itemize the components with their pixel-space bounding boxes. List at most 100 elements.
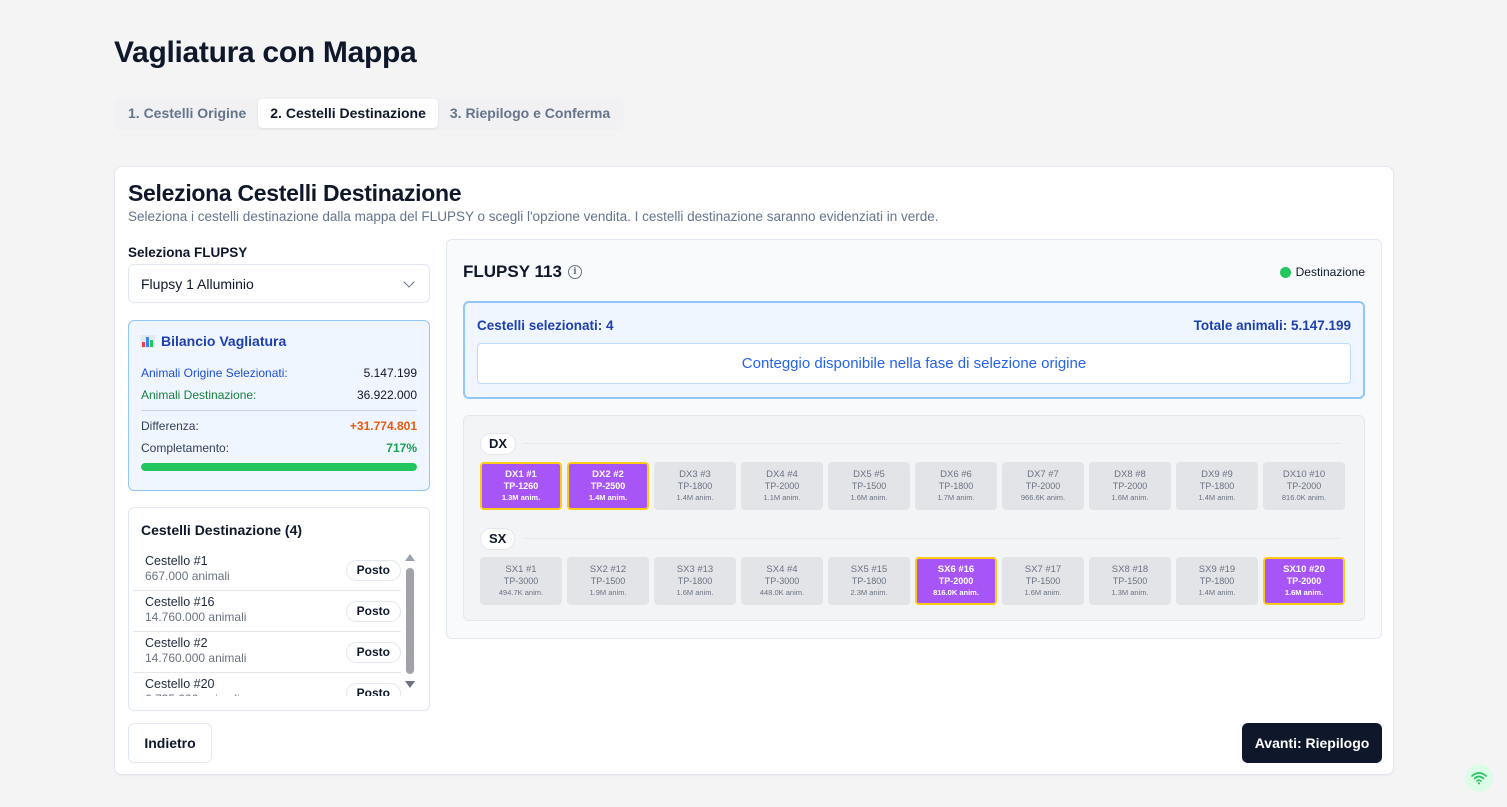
basket-cell[interactable]: DX9 #9 TP-1800 1.4M anim. [1176, 462, 1258, 510]
basket-name: SX6 #16 [937, 564, 975, 575]
basket-animals: 1.6M anim. [1024, 588, 1062, 597]
basket-name: DX8 #8 [1114, 469, 1146, 480]
basket-name: SX1 #1 [505, 564, 537, 575]
row-divider [524, 538, 1340, 539]
basket-name: DX4 #4 [766, 469, 798, 480]
basket-cell[interactable]: DX6 #6 TP-1800 1.7M anim. [915, 462, 997, 510]
posto-button[interactable]: Posto [345, 560, 401, 581]
basket-type: TP-3000 [764, 576, 800, 586]
card-title: Seleziona Cestelli Destinazione [128, 180, 462, 206]
basket-cell[interactable]: DX1 #1 TP-1260 1.3M anim. [480, 462, 562, 510]
basket-cell[interactable]: DX8 #8 TP-2000 1.6M anim. [1089, 462, 1171, 510]
basket-animals: 1.3M anim. [501, 493, 541, 502]
step-tabs: 1. Cestelli Origine 2. Cestelli Destinaz… [114, 97, 625, 130]
basket-cell[interactable]: SX3 #13 TP-1800 1.6M anim. [654, 557, 736, 605]
info-icon[interactable]: i [567, 265, 582, 279]
basket-animals: 494.7K anim. [498, 588, 544, 597]
basket-name: DX2 #2 [592, 469, 624, 480]
basket-cell[interactable]: SX8 #18 TP-1500 1.3M anim. [1089, 557, 1171, 605]
basket-type: TP-1800 [851, 576, 887, 586]
basket-name: SX8 #18 [1111, 564, 1149, 575]
basket-animals: 1.4M anim. [676, 493, 714, 502]
basket-cell[interactable]: SX7 #17 TP-1500 1.6M anim. [1002, 557, 1084, 605]
basket-animals: 1.7M anim. [937, 493, 975, 502]
basket-type: TP-1500 [851, 481, 887, 491]
tab-origin[interactable]: 1. Cestelli Origine [116, 99, 258, 128]
wifi-glyph [1471, 772, 1487, 785]
basket-name: SX9 #19 [1198, 564, 1236, 575]
dest-value: 36.922.000 [356, 388, 417, 402]
legend: Destinazione [1279, 265, 1365, 279]
scroll-down-icon[interactable] [405, 681, 415, 688]
basket-animals: 1.6M anim. [850, 493, 888, 502]
basket-animals: 1.3M anim. [1111, 588, 1149, 597]
diff-value: +31.774.801 [349, 419, 417, 433]
basket-cell[interactable]: SX4 #4 TP-3000 448.0K anim. [741, 557, 823, 605]
destination-item: Cestello #16 14.760.000 animali Posto [133, 591, 401, 632]
basket-animals: 816.0K anim. [933, 588, 979, 597]
basket-name: DX1 #1 [505, 469, 537, 480]
basket-cell[interactable]: SX6 #16 TP-2000 816.0K anim. [915, 557, 997, 605]
scroll-thumb[interactable] [406, 568, 414, 674]
basket-name: DX5 #5 [853, 469, 885, 480]
basket-name: DX3 #3 [679, 469, 711, 480]
basket-cell[interactable]: DX5 #5 TP-1500 1.6M anim. [828, 462, 910, 510]
origin-value: 5.147.199 [363, 366, 417, 380]
basket-cell[interactable]: DX4 #4 TP-2000 1.1M anim. [741, 462, 823, 510]
basket-cell[interactable]: SX9 #19 TP-1800 1.4M anim. [1176, 557, 1258, 605]
tab-summary[interactable]: 3. Riepilogo e Conferma [438, 99, 622, 128]
basket-cell[interactable]: SX2 #12 TP-1500 1.9M anim. [567, 557, 649, 605]
destination-item: Cestello #206.735.000 animaliPosto [133, 673, 401, 696]
destination-item: Cestello #1 667.000 animali Posto [133, 550, 401, 591]
completion-row: Completamento: 717% [141, 441, 417, 455]
posto-button[interactable]: Posto [345, 601, 401, 622]
next-button[interactable]: Avanti: Riepilogo [1242, 723, 1382, 763]
flupsy-select[interactable]: Flupsy 1 Alluminio [128, 264, 430, 303]
chevron-down-icon [403, 275, 415, 288]
basket-type: TP-1500 [590, 576, 626, 586]
legend-dot-icon [1279, 266, 1291, 278]
divider [141, 410, 417, 411]
basket-cell[interactable]: SX5 #15 TP-1800 2.3M anim. [828, 557, 910, 605]
selected-count: Cestelli selezionati: 4 [477, 318, 614, 333]
basket-type: TP-1800 [938, 481, 974, 491]
basket-cell[interactable]: SX10 #20 TP-2000 1.6M anim. [1263, 557, 1345, 605]
basket-type: TP-1800 [1199, 481, 1235, 491]
basket-cell[interactable]: SX1 #1 TP-3000 494.7K anim. [480, 557, 562, 605]
destination-card: Seleziona Cestelli Destinazione Selezion… [114, 166, 1394, 775]
basket-cell[interactable]: DX7 #7 TP-2000 966.6K anim. [1002, 462, 1084, 510]
basket-animals: 1.9M anim. [589, 588, 627, 597]
basket-cell[interactable]: DX10 #10 TP-2000 816.0K anim. [1263, 462, 1345, 510]
posto-button[interactable]: Posto [345, 642, 401, 663]
basket-cell[interactable]: DX3 #3 TP-1800 1.4M anim. [654, 462, 736, 510]
scrollbar[interactable] [405, 550, 415, 700]
dest-row: Animali Destinazione: 36.922.000 [141, 388, 417, 402]
basket-type: TP-1800 [677, 481, 713, 491]
origin-row: Animali Origine Selezionati: 5.147.199 [141, 366, 417, 380]
basket-type: TP-2500 [590, 481, 626, 491]
basket-type: TP-1800 [677, 576, 713, 586]
basket-cell[interactable]: DX2 #2 TP-2500 1.4M anim. [567, 462, 649, 510]
origin-label: Animali Origine Selezionati: [141, 366, 288, 380]
row-label-sx: SX [480, 528, 516, 550]
flupsy-select-value: Flupsy 1 Alluminio [141, 275, 254, 292]
balance-panel: Bilancio Vagliatura Animali Origine Sele… [128, 320, 430, 491]
basket-row-sx: SX1 #1 TP-3000 494.7K anim. SX2 #12 TP-1500 1… [480, 557, 1345, 605]
scroll-up-icon[interactable] [405, 554, 415, 561]
back-button[interactable]: Indietro [128, 723, 212, 763]
basket-type: TP-2000 [938, 576, 974, 586]
posto-button[interactable]: Posto [345, 683, 401, 696]
basket-animals: 966.6K anim. [1020, 493, 1066, 502]
basket-type: TP-1260 [503, 481, 539, 491]
basket-animals: 816.0K anim. [1281, 493, 1327, 502]
basket-name: SX10 #20 [1283, 564, 1325, 575]
completion-label: Completamento: [141, 441, 230, 455]
basket-type: TP-2000 [1286, 481, 1322, 491]
basket-animals: 1.6M anim. [1111, 493, 1149, 502]
tab-destination[interactable]: 2. Cestelli Destinazione [258, 99, 438, 128]
basket-type: TP-3000 [503, 576, 539, 586]
basket-type: TP-1500 [1112, 576, 1148, 586]
basket-name: SX2 #12 [589, 564, 627, 575]
basket-name: DX7 #7 [1027, 469, 1059, 480]
count-info: Conteggio disponibile nella fase di sele… [477, 343, 1351, 384]
